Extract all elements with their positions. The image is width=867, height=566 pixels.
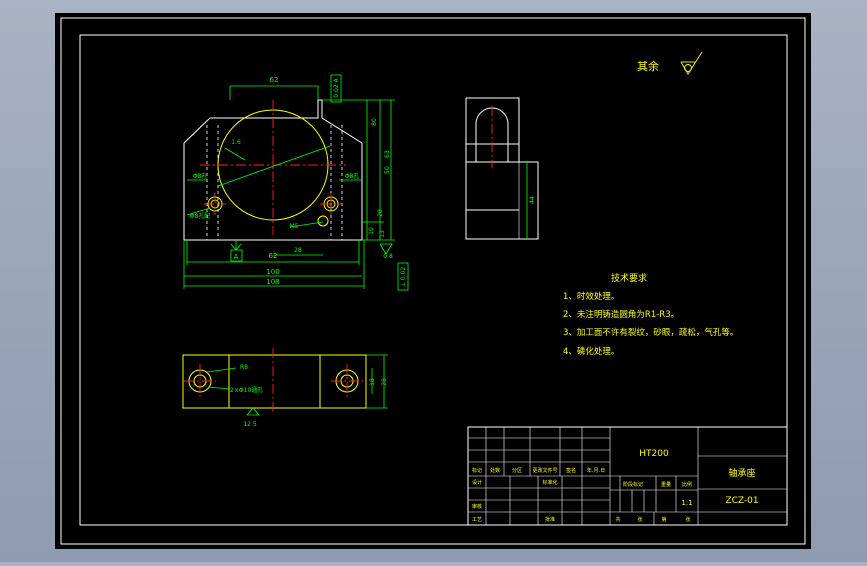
scale: 1:1 bbox=[681, 499, 692, 507]
tech-req-item-2: 2、未注明铸造圆角为R1-R3。 bbox=[563, 309, 679, 320]
rough-1-6: 1.6 bbox=[231, 139, 241, 146]
svg-text:分区: 分区 bbox=[512, 467, 522, 474]
plan-holes: 2×Φ10通孔 bbox=[230, 386, 263, 394]
tech-req-title: 技术要求 bbox=[611, 272, 647, 284]
svg-text:设计: 设计 bbox=[472, 479, 482, 486]
material: HT200 bbox=[639, 449, 669, 459]
tech-req-item-4: 4、磷化处理。 bbox=[563, 346, 619, 357]
svg-text:更改文件号: 更改文件号 bbox=[532, 467, 557, 474]
dim-hole-left: Φ8孔 bbox=[193, 172, 208, 180]
svg-text:张: 张 bbox=[637, 516, 642, 523]
rough-0-8: 0.8 bbox=[383, 253, 393, 260]
dim-mid-width: 62 bbox=[269, 252, 278, 260]
other-surfaces-note: 其余 bbox=[637, 59, 659, 73]
svg-text:重量: 重量 bbox=[661, 481, 671, 488]
plan-dim-28: 28 bbox=[381, 378, 388, 386]
plan-dim-18: 18 bbox=[369, 378, 376, 386]
perp-tolerance: ⊥ 0.02 bbox=[400, 267, 407, 288]
dim-height-13: 13 bbox=[379, 230, 386, 238]
svg-text:处数: 处数 bbox=[490, 467, 500, 474]
dim-base-100: 100 bbox=[266, 268, 279, 276]
svg-text:签名: 签名 bbox=[566, 467, 576, 474]
side-dim-44: 44 bbox=[529, 196, 536, 204]
tech-req-item-3: 3、加工面不许有裂纹，砂眼，疏松，气孔等。 bbox=[563, 327, 738, 338]
svg-text:阶段标记: 阶段标记 bbox=[623, 481, 643, 488]
svg-text:标记: 标记 bbox=[472, 467, 482, 474]
dim-height-10: 10 bbox=[368, 227, 375, 235]
dim-top-width: 62 bbox=[270, 76, 279, 84]
dim-overall-height: 80 bbox=[371, 118, 378, 126]
dim-m5: M5 bbox=[290, 223, 299, 230]
svg-text:年.月.日: 年.月.日 bbox=[587, 467, 605, 474]
part-name: 轴承座 bbox=[728, 467, 755, 479]
dim-height-63: 63 bbox=[384, 150, 391, 158]
dim-height-20: 20 bbox=[377, 209, 384, 217]
parallel-tolerance: 0.02 A bbox=[333, 77, 340, 97]
svg-text:审核: 审核 bbox=[472, 503, 482, 510]
dim-hole-right: Φ8孔 bbox=[345, 172, 360, 180]
svg-text:比例: 比例 bbox=[682, 481, 692, 488]
drawing-canvas: 62 62 100 108 28 M5 Φ8孔 Φ8孔 Φ8孔配 1.6 A 0… bbox=[55, 13, 811, 549]
datum-a-label: A bbox=[234, 253, 239, 261]
dim-height-50: 50 bbox=[384, 166, 391, 174]
tech-req-item-1: 1、时效处理。 bbox=[563, 291, 619, 302]
svg-text:第: 第 bbox=[661, 516, 666, 523]
drawing-background bbox=[55, 13, 811, 549]
svg-text:工艺: 工艺 bbox=[472, 517, 482, 523]
dim-28: 28 bbox=[294, 247, 302, 254]
dim-base-108: 108 bbox=[266, 278, 279, 286]
svg-text:批准: 批准 bbox=[545, 516, 555, 523]
svg-text:张: 张 bbox=[685, 516, 690, 523]
cad-viewport[interactable]: 62 62 100 108 28 M5 Φ8孔 Φ8孔 Φ8孔配 1.6 A 0… bbox=[0, 0, 867, 562]
svg-text:共: 共 bbox=[615, 516, 620, 523]
plan-roughness: 12.5 bbox=[243, 421, 257, 428]
drawing-number: ZCZ-01 bbox=[725, 496, 758, 506]
dim-hole-bottom: Φ8孔配 bbox=[190, 212, 211, 220]
plan-r8: R8 bbox=[240, 364, 248, 371]
svg-text:标准化: 标准化 bbox=[542, 479, 557, 486]
